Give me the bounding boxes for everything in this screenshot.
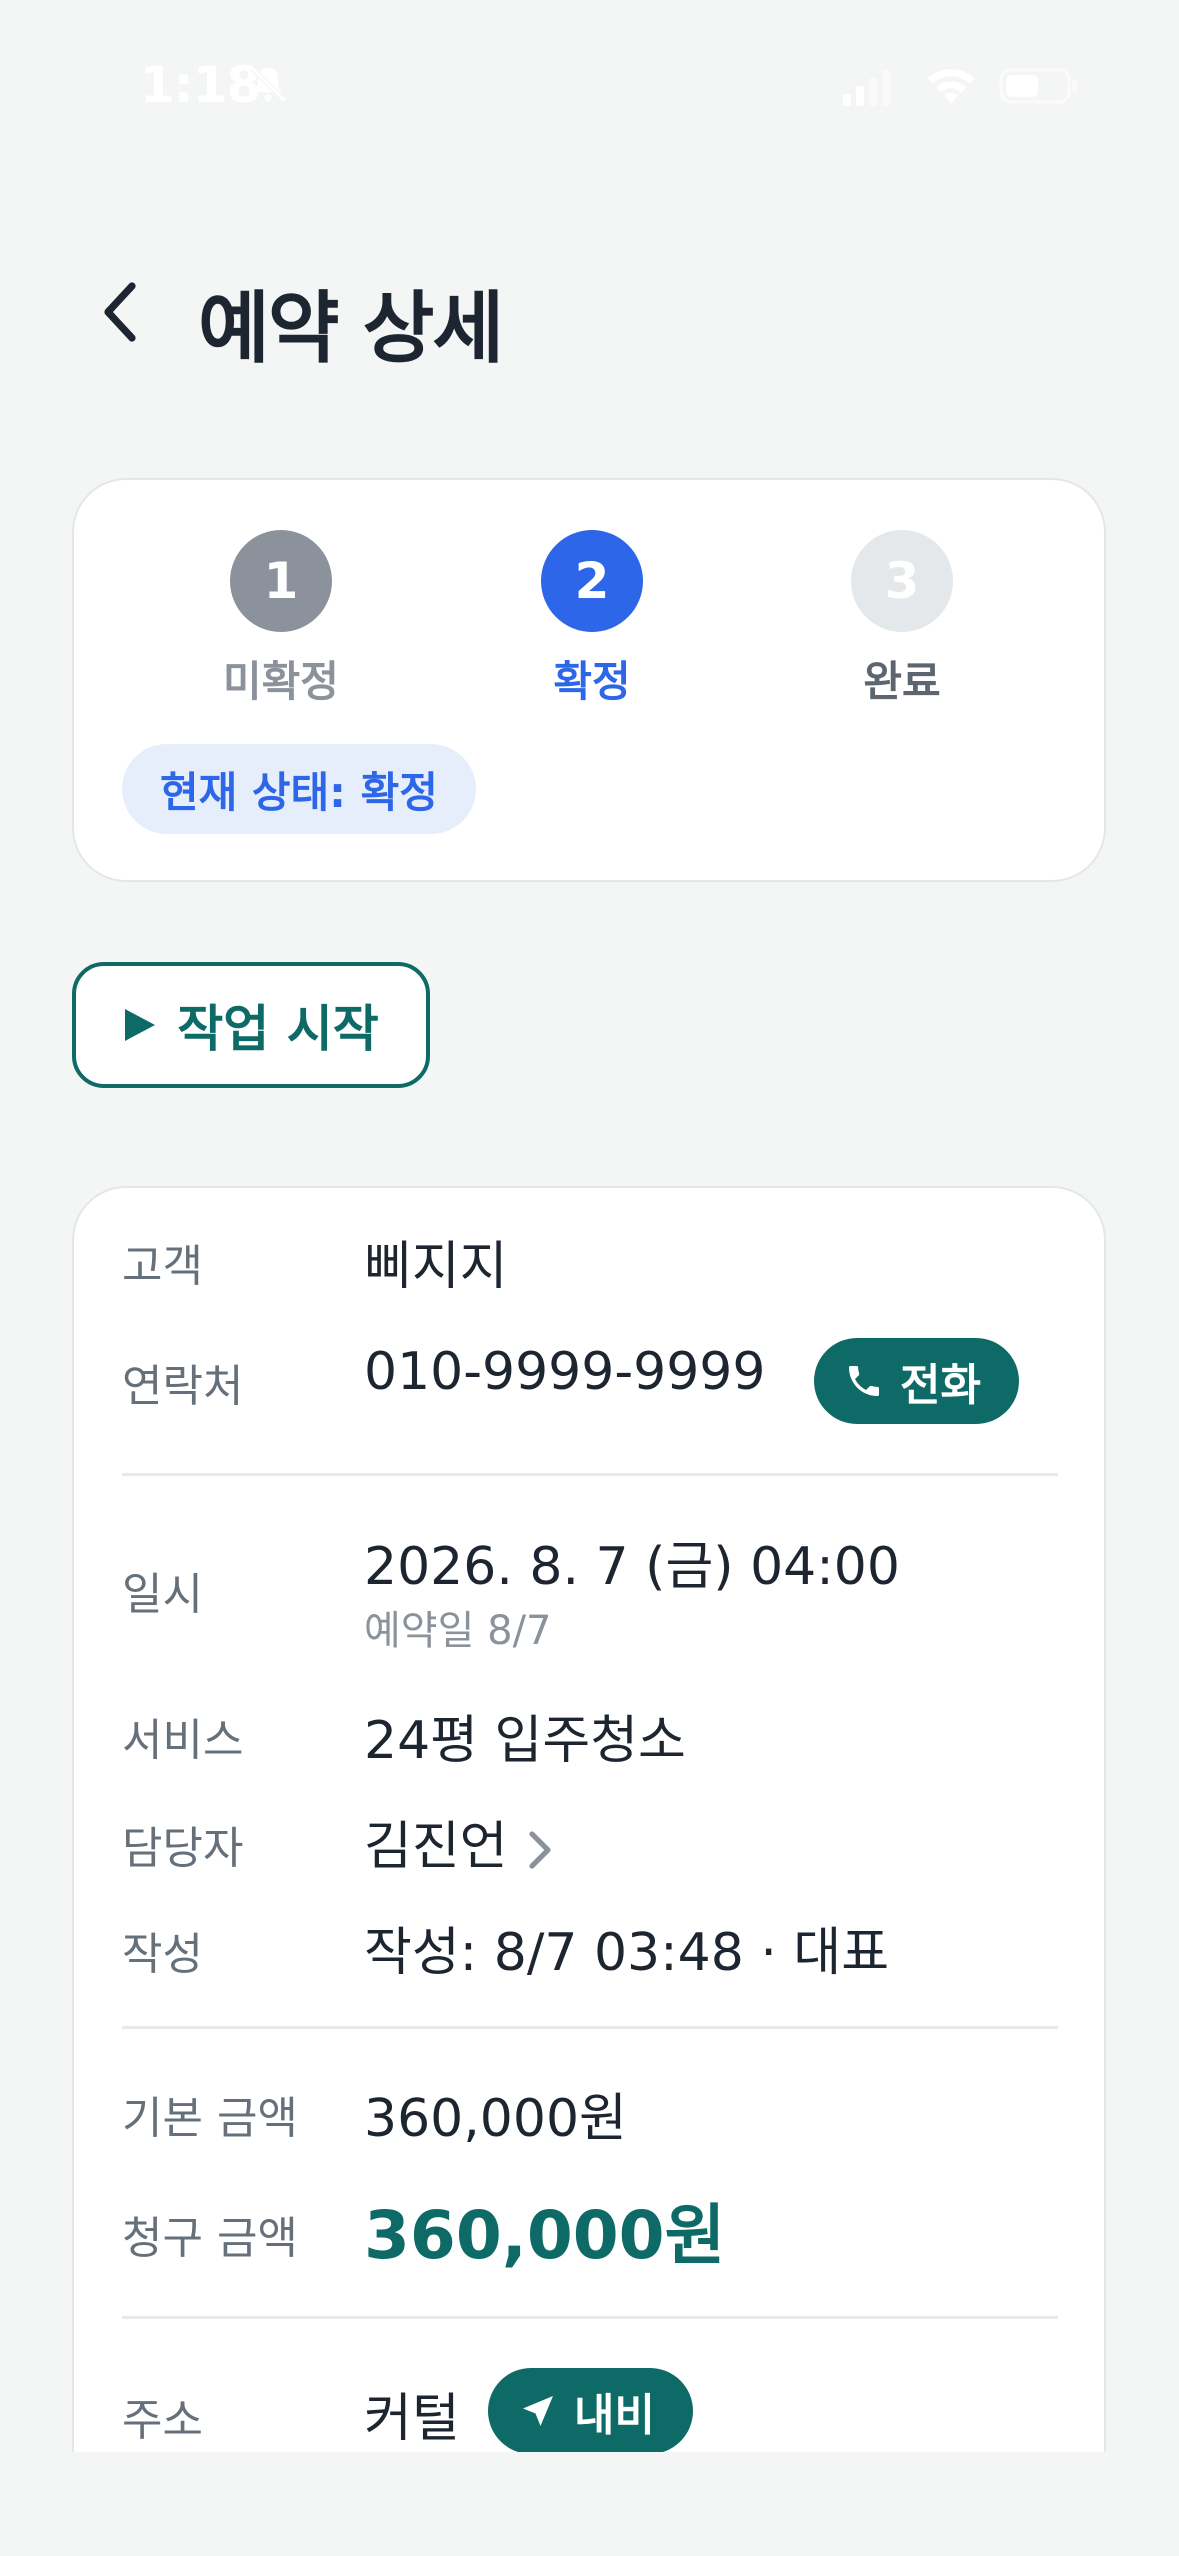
step-label: 확정 <box>553 657 631 706</box>
play-icon <box>125 1009 156 1041</box>
step-completed: 3 완료 <box>802 530 1002 709</box>
call-button[interactable]: 전화 <box>814 1338 1019 1424</box>
start-work-label: 작업 시작 <box>177 1000 379 1058</box>
service-value: 24평 입주청소 <box>364 1711 686 1771</box>
customer-label: 고객 <box>122 1241 203 1292</box>
bottom-safe-area <box>0 2452 1179 2556</box>
battery-icon <box>999 68 1077 104</box>
chevron-left-icon <box>104 282 136 342</box>
page-title: 예약 상세 <box>198 284 504 374</box>
navigation-button-label: 내비 <box>574 2390 655 2441</box>
manager-link[interactable]: 김진언 <box>364 1804 554 1879</box>
step-label: 미확정 <box>223 657 339 706</box>
step-number: 1 <box>230 530 332 632</box>
created-value: 작성: 8/7 03:48 · 대표 <box>364 1923 890 1983</box>
contact-label: 연락처 <box>122 1361 244 1412</box>
call-button-label: 전화 <box>900 1360 981 1411</box>
divider <box>122 1473 1058 1476</box>
chevron-right-icon <box>528 1831 551 1869</box>
billed-amount-value: 360,000원 <box>364 2197 726 2274</box>
address-value: 커털 <box>364 2389 460 2449</box>
base-amount-label: 기본 금액 <box>122 2093 298 2144</box>
navigation-button[interactable]: 내비 <box>488 2368 693 2454</box>
manager-label: 담당자 <box>122 1823 244 1874</box>
reservation-details-card: 고객 삐지지 연락처 010-9999-9999 전화 일시 2026. 8. … <box>72 1186 1106 2556</box>
divider <box>122 2316 1058 2319</box>
step-number: 2 <box>541 530 643 632</box>
reserved-date: 예약일 8/7 <box>364 1608 552 1654</box>
step-unconfirmed: 1 미확정 <box>181 530 381 709</box>
base-amount-value: 360,000원 <box>364 2089 627 2149</box>
address-label: 주소 <box>122 2395 203 2446</box>
step-number: 3 <box>851 530 953 632</box>
datetime-value: 2026. 8. 7 (금) 04:00 <box>364 1537 900 1597</box>
manager-name: 김진언 <box>364 1817 508 1877</box>
step-label: 완료 <box>863 657 941 706</box>
divider <box>122 2026 1058 2029</box>
status-bar: 1:18 <box>0 0 1179 170</box>
back-button[interactable] <box>90 272 150 352</box>
bell-muted-icon <box>249 65 287 103</box>
customer-name: 삐지지 <box>364 1237 508 1297</box>
created-label: 작성 <box>122 1929 203 1980</box>
phone-icon <box>849 1366 879 1396</box>
billed-amount-label: 청구 금액 <box>122 2213 298 2264</box>
contact-phone: 010-9999-9999 <box>364 1342 766 1402</box>
service-label: 서비스 <box>122 1715 244 1766</box>
start-work-button[interactable]: 작업 시작 <box>72 962 430 1088</box>
cellular-signal-icon <box>843 70 890 106</box>
status-time: 1:18 <box>140 56 261 114</box>
current-status-badge: 현재 상태: 확정 <box>122 744 476 834</box>
status-progress-card: 1 미확정 2 확정 3 완료 현재 상태: 확정 <box>72 478 1106 882</box>
wifi-icon <box>927 69 975 104</box>
navigation-arrow-icon <box>523 2396 553 2426</box>
datetime-label: 일시 <box>122 1569 203 1620</box>
step-confirmed: 2 확정 <box>492 530 692 709</box>
